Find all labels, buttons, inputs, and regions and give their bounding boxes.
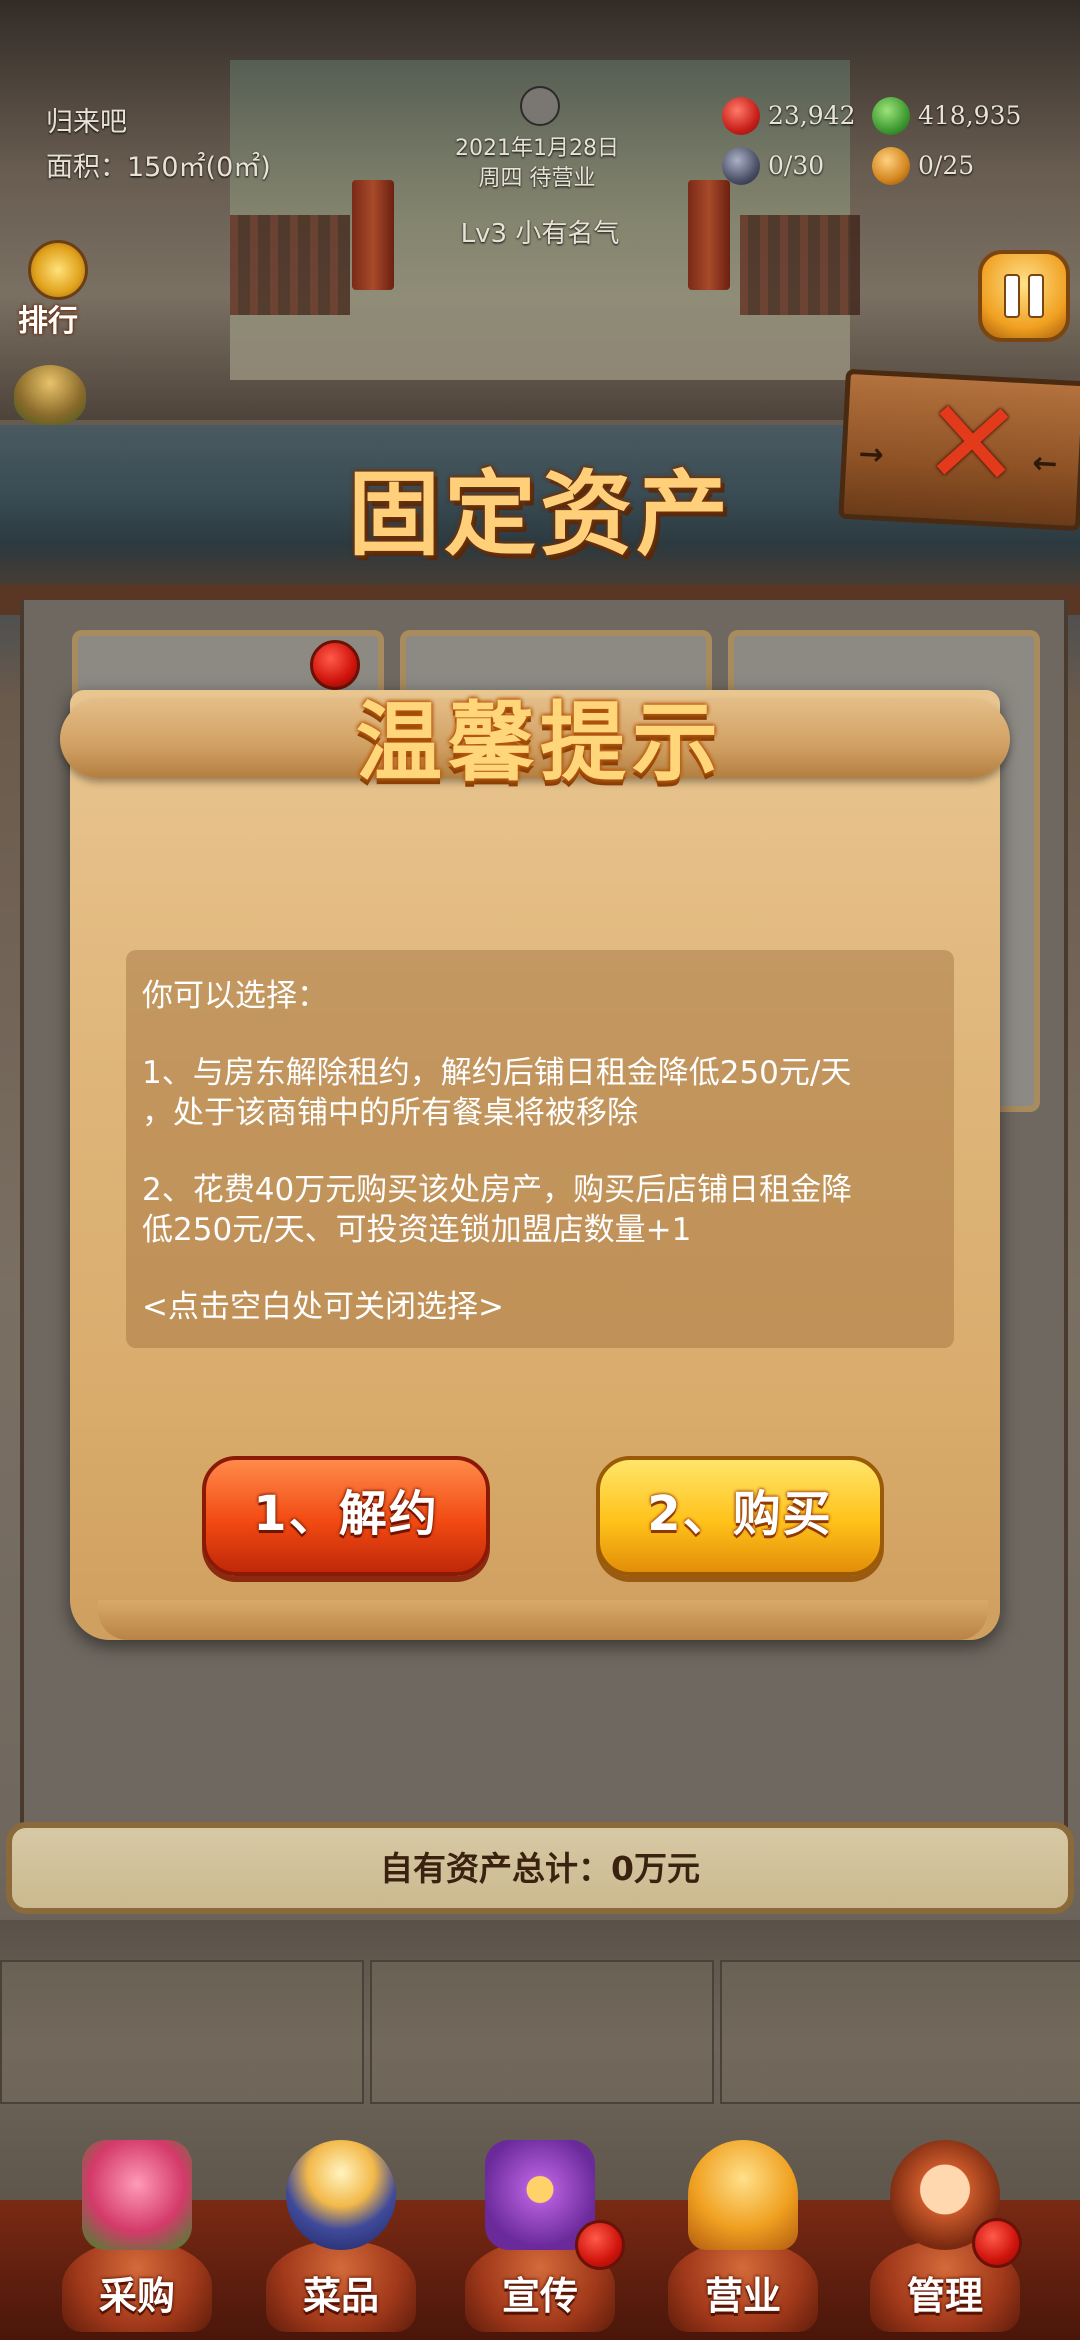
pause-icon [1004,274,1020,318]
nav-purchase[interactable]: 采购 [52,2140,222,2340]
nav-label: 采购 [98,2274,175,2318]
money-count: 418,935 [918,101,1022,130]
shop-stall-icon [82,2140,192,2250]
total-assets-text: 自有资产总计：0万元 [380,1849,700,1888]
dialog-title: 温馨提示 [356,693,724,793]
dialog-text-line: 低250元/天、可投资连锁加盟店数量+1 [142,1212,692,1248]
staff-count: 0/25 [918,151,975,180]
ranking-button[interactable]: 排行 [14,240,94,340]
dish-bowl-icon [286,2140,396,2250]
terminate-lease-button[interactable]: 1、解约 [202,1456,490,1576]
floor-tile [0,1960,364,2104]
notification-dot [575,2220,625,2270]
close-button[interactable]: → ✕ ← [838,368,1080,532]
service-bell-icon [688,2140,798,2250]
floor-tile [370,1960,714,2104]
pause-button[interactable] [978,250,1070,342]
dialog-text-line: 2、花费40万元购买该处房产，购买后店铺日租金降 [142,1172,853,1208]
heart-icon [722,97,760,135]
pillar-right [688,180,730,290]
shop-area: 面积：150㎡(0㎡) [46,152,271,183]
notification-dot [972,2218,1022,2268]
restaurant-level: Lv3 小有名气 [460,219,620,249]
nav-label: 管理 [906,2274,983,2318]
pillar-left [352,180,394,290]
star-badge-icon [28,240,88,300]
money-icon [872,97,910,135]
close-icon: ✕ [919,371,1026,515]
ranking-label: 排行 [18,304,78,339]
weekday-status: 周四 待营业 [478,166,596,191]
scroll-bottom-edge [98,1600,988,1640]
dialog-text-line: 1、与房东解除租约，解约后铺日租金降低250元/天 [142,1055,852,1091]
clock-icon [520,86,560,126]
nav-label: 菜品 [302,2274,379,2318]
nav-label: 营业 [704,2274,781,2318]
buy-property-button[interactable]: 2、购买 [596,1456,884,1576]
floor-tile [720,1960,1080,2104]
nav-label: 宣传 [501,2274,578,2318]
table-icon [722,147,760,185]
nav-management[interactable]: 管理 [860,2140,1030,2340]
staff-icon [872,147,910,185]
pause-icon [1028,274,1044,318]
dialog-close-hint: <点击空白处可关闭选择> [142,1289,504,1325]
nav-dishes[interactable]: 菜品 [256,2140,426,2340]
panel-title: 固定资产 [347,461,732,568]
tables-count: 0/30 [768,151,825,180]
nav-promotion[interactable]: 宣传 [455,2140,625,2340]
dialog-text-line: 你可以选择： [142,978,328,1014]
dialog-text-line: ，处于该商铺中的所有餐桌将被移除 [142,1095,638,1131]
shop-name: 归来吧 [46,107,127,138]
window-lattice-left [230,215,350,315]
arrow-left-icon: ← [1031,445,1059,482]
arrow-right-icon: → [857,436,885,473]
window-lattice-right [740,215,860,315]
nav-business[interactable]: 营业 [658,2140,828,2340]
game-date: 2021年1月28日 [455,136,619,161]
hearts-count: 23,942 [768,101,856,130]
dumpling-icon[interactable] [14,365,86,425]
